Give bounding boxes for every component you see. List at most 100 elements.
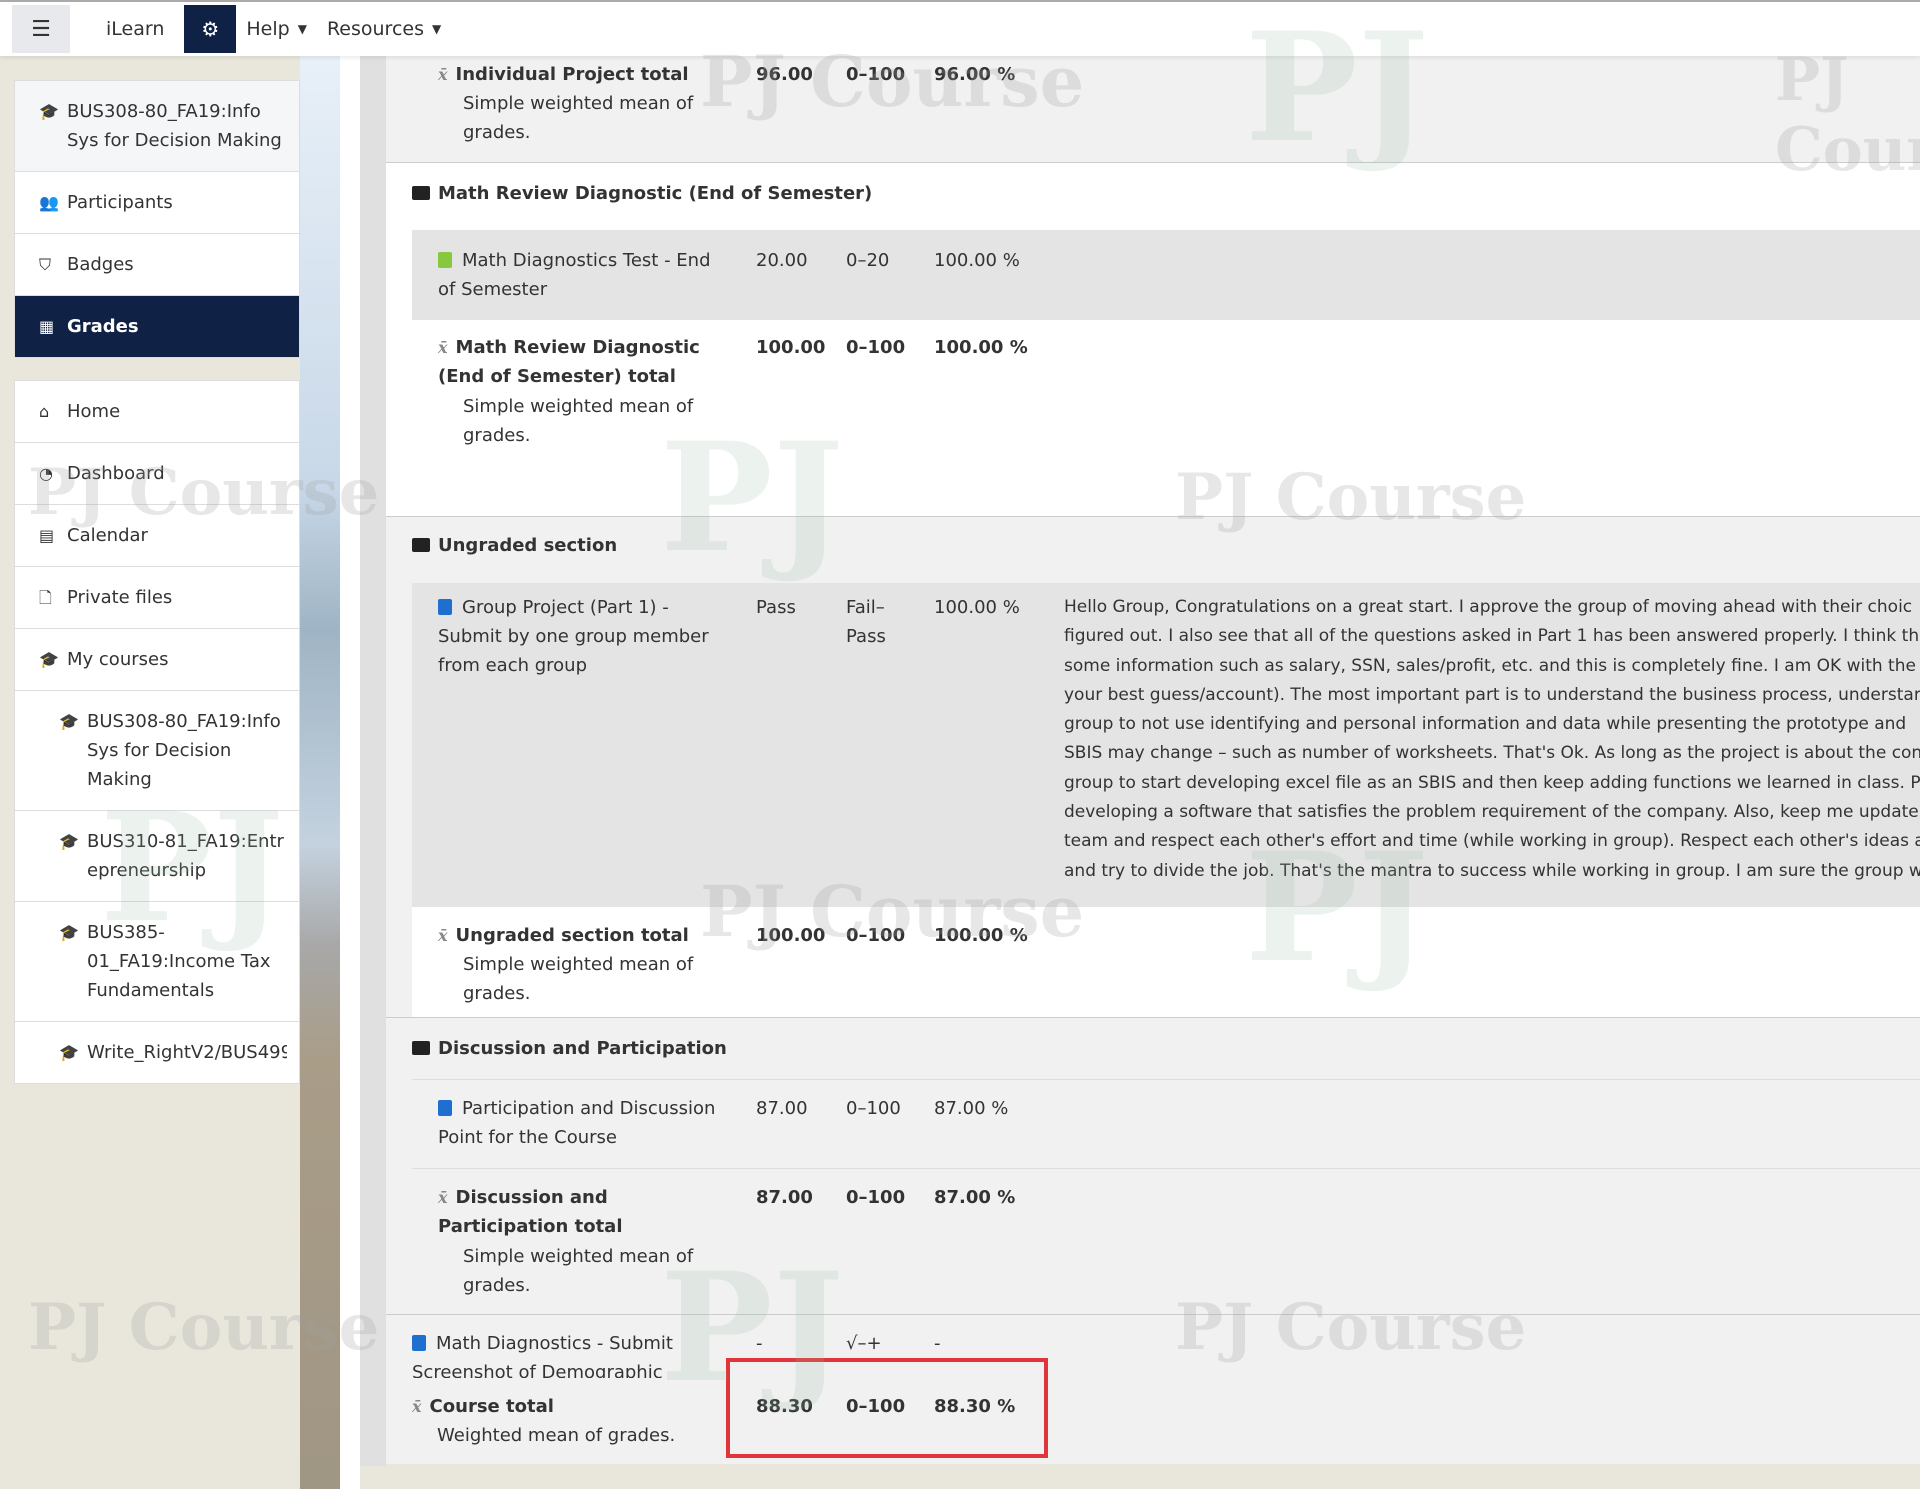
graduation-cap-icon: 🎓 (39, 650, 59, 669)
dashboard-icon: ◔ (39, 464, 53, 483)
course-total-name: Course total (429, 1396, 554, 1417)
category-block: Math Review Diagnostic (End of Semester)… (386, 163, 1920, 516)
hamburger-icon: ☰ (31, 16, 51, 42)
resources-menu[interactable]: Resources ▼ (327, 18, 441, 40)
divider (412, 1168, 1920, 1169)
grade-item-name: x̄ Ungraded section total (438, 921, 689, 950)
grade-value: Pass (756, 597, 796, 618)
sidebar-item-participants[interactable]: 👥 Participants (15, 172, 299, 234)
sidebar-item-calendar[interactable]: ▤ Calendar (15, 505, 299, 567)
feedback-line: Hello Group, Congratulations on a great … (1064, 597, 1913, 617)
graduation-cap-icon: 🎓 (59, 923, 79, 942)
background-strip (300, 56, 340, 1489)
sidebar-item-private-files[interactable]: 🗋 Private files (15, 567, 299, 629)
total-name: Discussion and Participation total (438, 1187, 623, 1237)
annotation-highlight-box (726, 1358, 1048, 1458)
total-name: Ungraded section total (455, 925, 689, 946)
percentage-value: 87.00 % (934, 1098, 1009, 1119)
feedback-line: SBIS may change – such as number of work… (1064, 743, 1920, 764)
feedback-line: figured out. I also see that all of the … (1064, 626, 1920, 647)
user-grade-report: x̄ Individual Project total Simple weight… (386, 56, 1920, 1464)
range-value: 0–100 (846, 64, 906, 85)
sidebar-course-link[interactable]: 🎓 BUS308-80_FA19:Info Sys for Decision M… (15, 691, 299, 811)
resources-menu-label: Resources (326, 18, 424, 40)
admin-gears-button[interactable]: ⚙ (184, 5, 237, 53)
grade-value: 20.00 (756, 250, 808, 271)
sidebar-item-badges[interactable]: ⛉ Badges (15, 234, 299, 296)
item-name: Group Project (Part 1) - Submit by one g… (438, 597, 709, 676)
percentage-value: 96.00 % (934, 64, 1016, 85)
grade-item-name: x̄ Discussion and Participation total (438, 1183, 738, 1241)
site-brand-link[interactable]: iLearn (106, 18, 164, 40)
percentage-value: 100.00 % (934, 925, 1028, 946)
sidebar-item-label: Dashboard (67, 463, 165, 484)
grade-item-name: x̄ Individual Project total (438, 60, 689, 89)
category-header: Math Review Diagnostic (End of Semester) (412, 179, 872, 208)
table-row: Math Diagnostics Test - End of Semester … (412, 230, 1920, 320)
range-value: 0–100 (846, 925, 906, 946)
sidebar-item-label: BUS308-80_FA19:Info Sys for Decision Mak… (87, 711, 281, 790)
range-value: 0–100 (846, 1098, 901, 1119)
percentage-value: 100.00 % (934, 250, 1020, 271)
feedback-line: team and respect each other's effort and… (1064, 831, 1920, 852)
total-name: Individual Project total (455, 64, 689, 85)
assignment-icon (438, 1100, 452, 1116)
sidebar-item-label: Grades (67, 316, 139, 337)
grade-value: 100.00 (756, 925, 826, 946)
sidebar-item-label: BUS310-81_FA19:Entrepreneurship (87, 831, 284, 881)
drawer-toggle-button[interactable]: ☰ (12, 5, 70, 53)
aggregation-note: Simple weighted mean of grades. (463, 954, 694, 1004)
folder-icon (412, 1041, 430, 1055)
aggregate-icon: x̄ (438, 926, 448, 945)
total-name: Math Review Diagnostic (End of Semester)… (438, 337, 700, 387)
sidebar-item-label: BUS308-80_FA19:Info Sys for Decision Mak… (67, 101, 282, 151)
item-name: Math Diagnostics Test - End of Semester (438, 250, 711, 300)
range-value: 0–20 (846, 250, 890, 271)
aggregation-note: Simple weighted mean of grades. (463, 396, 694, 446)
sidebar-item-home[interactable]: ⌂ Home (15, 381, 299, 443)
percentage-value: - (934, 1333, 941, 1354)
caret-down-icon: ▼ (297, 22, 307, 36)
feedback-line: some information such as salary, SSN, sa… (1064, 655, 1920, 676)
category-name: Ungraded section (438, 535, 618, 556)
aggregation-note: Simple weighted mean of grades. (463, 93, 694, 143)
item-name: Participation and Discussion Point for t… (438, 1098, 716, 1148)
grade-item-name: x̄ Math Review Diagnostic (End of Semeste… (438, 333, 728, 391)
table-row: Group Project (Part 1) - Submit by one g… (412, 583, 1920, 907)
grade-item-link[interactable]: Group Project (Part 1) - Submit by one g… (438, 593, 738, 680)
grade-item-link[interactable]: Participation and Discussion Point for t… (438, 1094, 738, 1152)
page-gutter-grey (360, 56, 386, 1466)
sidebar-item-label: BUS385-01_FA19:Income Tax Fundamentals (87, 922, 271, 1001)
aggregation-note: Weighted mean of grades. (437, 1425, 676, 1446)
grade-value: 96.00 (756, 64, 813, 85)
range-value: Fail–Pass (846, 597, 886, 647)
assignment-icon (438, 599, 452, 615)
nav-drawer: 🎓 BUS308-80_FA19:Info Sys for Decision M… (14, 80, 300, 1106)
sidebar-course-link[interactable]: 🎓 BUS310-81_FA19:Entrepreneurship (15, 811, 299, 902)
grade-item-link[interactable]: Math Diagnostics Test - End of Semester (438, 246, 728, 304)
users-icon: 👥 (39, 193, 59, 212)
sidebar-item-my-courses[interactable]: 🎓 My courses (15, 629, 299, 691)
gears-icon: ⚙ (201, 17, 220, 41)
sidebar-course-link[interactable]: 🎓 BUS385-01_FA19:Income Tax Fundamentals (15, 902, 299, 1022)
sidebar-course-header[interactable]: 🎓 BUS308-80_FA19:Info Sys for Decision M… (15, 81, 299, 172)
sidebar-course-link[interactable]: 🎓 Write_RightV2/BUS499/H (15, 1022, 299, 1083)
sidebar-item-grades[interactable]: ▦ Grades (15, 296, 299, 357)
help-menu-label: Help (246, 18, 290, 40)
help-menu[interactable]: Help ▼ (246, 18, 307, 40)
table-icon: ▦ (39, 317, 55, 336)
assignment-icon (412, 1335, 426, 1351)
aggregate-icon: x̄ (412, 1397, 422, 1416)
graduation-cap-icon: 🎓 (59, 832, 79, 851)
page-gutter (340, 56, 360, 1489)
grade-value: 87.00 (756, 1187, 813, 1208)
sidebar-item-dashboard[interactable]: ◔ Dashboard (15, 443, 299, 505)
graduation-cap-icon: 🎓 (59, 1043, 79, 1062)
sidebar-item-label: Private files (67, 587, 173, 608)
category-name: Math Review Diagnostic (End of Semester) (438, 183, 873, 204)
range-value: √–+ (846, 1333, 882, 1354)
graduation-cap-icon: 🎓 (59, 712, 79, 731)
percentage-value: 100.00 % (934, 597, 1020, 618)
range-value: 0–100 (846, 337, 906, 358)
feedback-line: group to not use identifying and persona… (1064, 714, 1907, 735)
